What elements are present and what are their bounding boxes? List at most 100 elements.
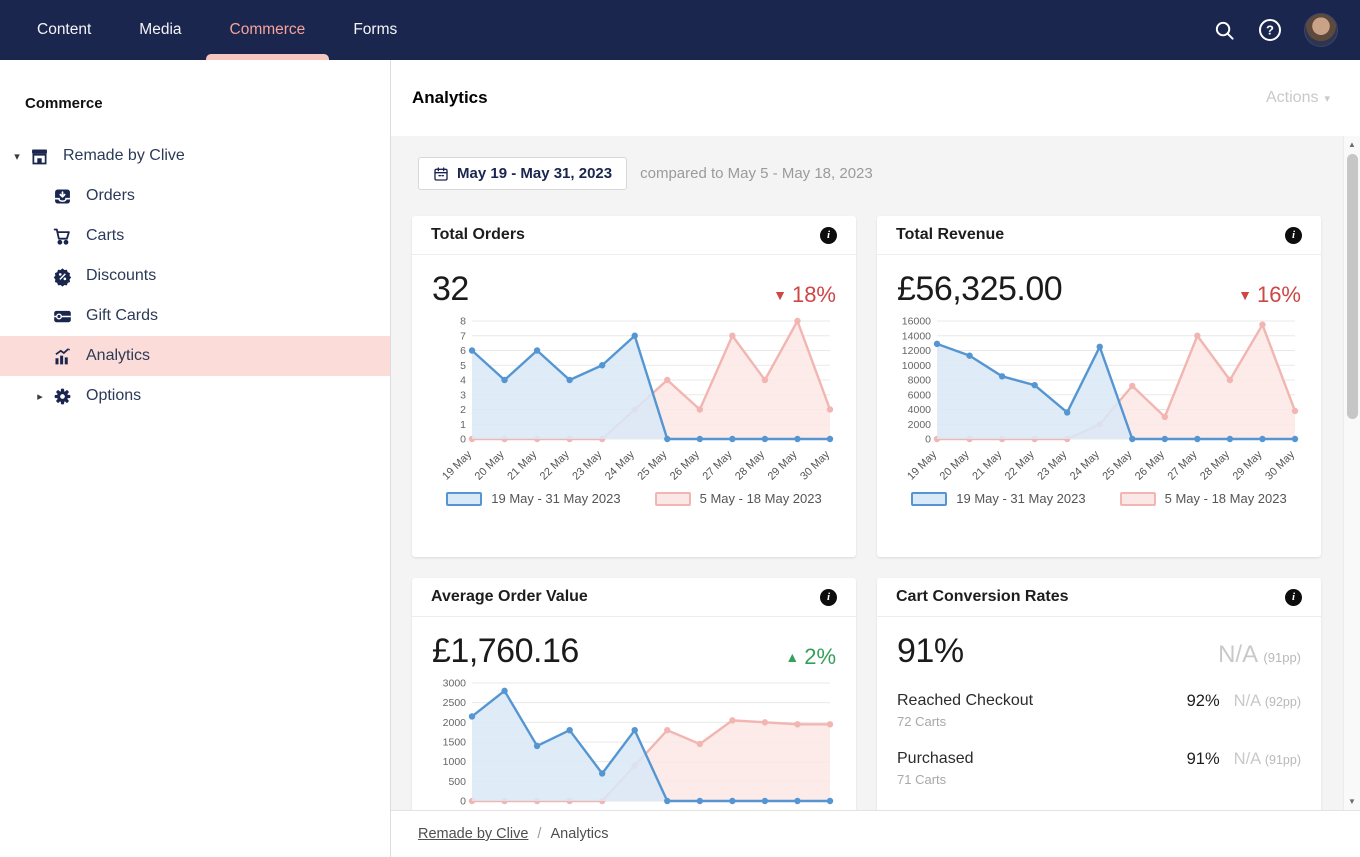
info-icon[interactable]: i: [1285, 227, 1302, 244]
svg-text:28 May: 28 May: [1198, 448, 1232, 482]
sidebar-item-discounts[interactable]: Discounts: [0, 256, 390, 296]
svg-text:1: 1: [460, 419, 466, 431]
total-orders-chart: 01234567819 May20 May21 May22 May23 May2…: [432, 313, 836, 491]
svg-text:14000: 14000: [902, 330, 931, 342]
sidebar-item-orders[interactable]: Orders: [0, 176, 390, 216]
tab-content[interactable]: Content: [25, 0, 103, 60]
chevron-down-icon[interactable]: ▾: [8, 150, 26, 163]
sidebar: Commerce ▾ Remade by Clive Orders: [0, 60, 391, 857]
gear-icon: [51, 385, 73, 407]
svg-text:27 May: 27 May: [700, 448, 734, 482]
down-triangle-icon: ▼: [1238, 287, 1252, 303]
svg-text:30 May: 30 May: [1263, 448, 1297, 482]
svg-text:2000: 2000: [908, 419, 932, 431]
avatar[interactable]: [1304, 13, 1338, 47]
svg-text:29 May: 29 May: [1231, 448, 1265, 482]
sidebar-item-options[interactable]: ▸ Options: [0, 376, 390, 416]
breadcrumb-current: Analytics: [550, 826, 608, 842]
scroll-up-arrow[interactable]: ▲: [1344, 140, 1360, 149]
total-orders-card: Total Orders i 32 ▼ 18% 01234567819 May2…: [412, 216, 856, 557]
stat-value: 91%: [897, 632, 964, 671]
conversion-na: N/A (92pp): [1234, 692, 1301, 711]
help-button[interactable]: ?: [1258, 18, 1282, 42]
svg-text:28 May: 28 May: [733, 448, 767, 482]
commerce-tree: ▾ Remade by Clive Orders Carts: [0, 136, 390, 416]
legend-swatch-current: [446, 492, 482, 506]
tab-media[interactable]: Media: [127, 0, 193, 60]
sidebar-item-carts[interactable]: Carts: [0, 216, 390, 256]
sidebar-item-gift-cards[interactable]: Gift Cards: [0, 296, 390, 336]
svg-text:6000: 6000: [908, 389, 932, 401]
scrollbar-thumb[interactable]: [1347, 154, 1358, 419]
search-icon: [1213, 19, 1236, 42]
breadcrumb: Remade by Clive / Analytics: [391, 810, 1360, 857]
change-value: 18%: [792, 282, 836, 308]
svg-text:12000: 12000: [902, 345, 931, 357]
legend-swatch-current: [911, 492, 947, 506]
conversion-step-label: Reached Checkout: [897, 692, 1033, 710]
svg-text:2000: 2000: [443, 717, 467, 729]
sidebar-section-label: Commerce: [25, 95, 390, 112]
svg-text:3000: 3000: [443, 678, 467, 690]
vertical-scrollbar[interactable]: ▲ ▼: [1343, 136, 1360, 810]
conversion-row-purchased: Purchased 71 Carts 91% N/A (91pp): [897, 750, 1301, 787]
sidebar-item-analytics[interactable]: Analytics: [0, 336, 390, 376]
svg-text:0: 0: [460, 796, 466, 808]
svg-text:20 May: 20 May: [938, 448, 972, 482]
tab-commerce[interactable]: Commerce: [218, 0, 318, 60]
chevron-right-icon[interactable]: ▸: [31, 390, 49, 403]
sidebar-item-label: Carts: [86, 227, 124, 245]
app-shell: Commerce ▾ Remade by Clive Orders: [0, 60, 1360, 857]
svg-text:8000: 8000: [908, 375, 932, 387]
tab-forms[interactable]: Forms: [341, 0, 409, 60]
stat-value: £1,760.16: [432, 632, 579, 671]
content-scroll-area: May 19 - May 31, 2023 compared to May 5 …: [391, 136, 1360, 810]
change-value: 2%: [804, 644, 836, 670]
scroll-down-arrow[interactable]: ▼: [1344, 797, 1360, 806]
svg-text:20 May: 20 May: [473, 448, 507, 482]
card-title: Total Revenue: [896, 226, 1004, 244]
top-nav: Content Media Commerce Forms ?: [0, 0, 1360, 60]
down-triangle-icon: ▼: [773, 287, 787, 303]
svg-text:6: 6: [460, 345, 466, 357]
legend-swatch-previous: [655, 492, 691, 506]
main-header: Analytics Actions ▾: [391, 60, 1360, 136]
info-icon[interactable]: i: [1285, 589, 1302, 606]
change-indicator: ▲ 2%: [785, 644, 836, 670]
chart-legend: 19 May - 31 May 2023 5 May - 18 May 2023: [897, 491, 1301, 506]
discount-badge-icon: [51, 265, 73, 287]
info-icon[interactable]: i: [820, 589, 837, 606]
svg-text:21 May: 21 May: [970, 448, 1004, 482]
stat-value: 32: [432, 270, 469, 309]
svg-text:2500: 2500: [443, 697, 467, 709]
nav-right: ?: [1213, 0, 1360, 60]
main-area: Analytics Actions ▾ May 19 - May 31, 202…: [391, 60, 1360, 857]
search-button[interactable]: [1213, 19, 1236, 42]
breadcrumb-link-store[interactable]: Remade by Clive: [418, 826, 528, 842]
up-triangle-icon: ▲: [785, 649, 799, 665]
svg-text:1500: 1500: [443, 737, 467, 749]
average-order-value-card: Average Order Value i £1,760.16 ▲ 2% 050…: [412, 578, 856, 810]
conversion-row-reached-checkout: Reached Checkout 72 Carts 92% N/A (92pp): [897, 692, 1301, 729]
page-title: Analytics: [412, 88, 488, 108]
nav-tabs: Content Media Commerce Forms: [0, 0, 433, 60]
info-icon[interactable]: i: [820, 227, 837, 244]
tree-root-label: Remade by Clive: [63, 147, 185, 165]
svg-text:1000: 1000: [443, 756, 467, 768]
help-icon: ?: [1258, 18, 1282, 42]
date-range-button[interactable]: May 19 - May 31, 2023: [418, 157, 627, 190]
cart-icon: [51, 225, 73, 247]
sidebar-item-label: Orders: [86, 187, 135, 205]
svg-text:21 May: 21 May: [505, 448, 539, 482]
legend-swatch-previous: [1120, 492, 1156, 506]
actions-dropdown[interactable]: Actions ▾: [1266, 89, 1330, 107]
svg-text:?: ?: [1266, 23, 1274, 38]
svg-text:19 May: 19 May: [440, 448, 474, 482]
sidebar-item-label: Options: [86, 387, 141, 405]
svg-text:22 May: 22 May: [538, 448, 572, 482]
chevron-down-icon: ▾: [1324, 92, 1330, 105]
stat-value: £56,325.00: [897, 270, 1062, 309]
sidebar-item-label: Analytics: [86, 347, 150, 365]
tree-root-store[interactable]: ▾ Remade by Clive: [0, 136, 390, 176]
date-toolbar: May 19 - May 31, 2023 compared to May 5 …: [418, 157, 1360, 190]
